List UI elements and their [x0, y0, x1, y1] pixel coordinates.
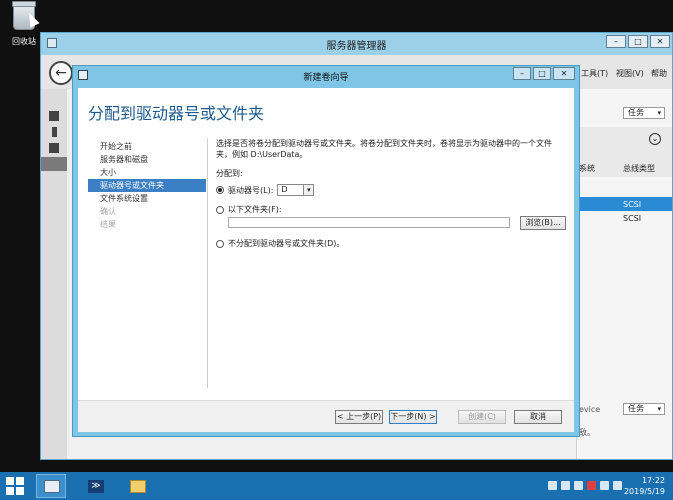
minimize-button[interactable]: –: [606, 35, 626, 48]
folder-label: 以下文件夹(F):: [228, 205, 282, 214]
clock[interactable]: 17:22 2019/5/19: [624, 475, 665, 497]
server-manager-icon: [44, 480, 60, 493]
wizard-content: 选择是否将卷分配到驱动器号或文件夹。将卷分配到文件夹时，卷将显示为驱动器中的一个…: [216, 138, 566, 248]
clock-time: 17:22: [641, 476, 665, 485]
back-button[interactable]: < 上一步(P): [335, 410, 383, 424]
back-arrow-icon[interactable]: ←: [49, 61, 73, 85]
menu-view[interactable]: 视图(V): [616, 68, 644, 79]
new-volume-wizard: 新建卷向导 – □ ✕ 分配到驱动器号或文件夹 开始之前 服务器和磁盘 大小 驱…: [72, 65, 580, 437]
tasks-dropdown-bottom[interactable]: 任务: [623, 403, 665, 415]
tray-notification-icon[interactable]: [561, 481, 570, 490]
clock-date: 2019/5/19: [623, 487, 665, 496]
menu-tools[interactable]: 工具(T): [581, 68, 608, 79]
chevron-down-icon: ▾: [303, 185, 314, 195]
nav-step-file-system[interactable]: 文件系统设置: [88, 192, 206, 205]
tray-language-icon[interactable]: [613, 481, 622, 490]
browse-button[interactable]: 浏览(B)...: [520, 216, 566, 230]
tray-warning-icon[interactable]: [587, 481, 596, 490]
nav-divider: [207, 138, 208, 388]
bottom-text: 敌。: [579, 428, 595, 437]
taskbar: ≫ 17:22 2019/5/19: [0, 472, 673, 500]
drive-letter-value: D: [281, 185, 288, 194]
windows-start-icon[interactable]: [6, 477, 24, 495]
next-button[interactable]: 下一步(N) >: [389, 410, 437, 424]
nav-step-drive-letter[interactable]: 驱动器号或文件夹: [88, 179, 206, 192]
folder-option[interactable]: 以下文件夹(F):: [216, 204, 282, 215]
taskbar-server-manager-button[interactable]: [36, 474, 66, 498]
page-title: 分配到驱动器号或文件夹: [88, 104, 265, 123]
wizard-titlebar: 新建卷向导 – □ ✕: [73, 66, 579, 86]
wizard-steps-nav: 开始之前 服务器和磁盘 大小 驱动器号或文件夹 文件系统设置 确认 结果: [88, 140, 206, 231]
assign-to-label: 分配到:: [216, 169, 243, 178]
description-text: 选择是否将卷分配到驱动器号或文件夹。将卷分配到文件夹时，卷将显示为驱动器中的一个…: [216, 139, 552, 159]
local-server-icon[interactable]: [52, 127, 57, 137]
drive-letter-radio[interactable]: [216, 186, 224, 194]
no-assignment-label: 不分配到驱动器号或文件夹(D)。: [228, 239, 345, 248]
nav-step-confirm: 确认: [100, 207, 116, 216]
server-manager-sidebar: [41, 89, 67, 459]
drive-letter-option[interactable]: 驱动器号(L): D ▾: [216, 184, 315, 196]
tray-keyboard-icon[interactable]: [548, 481, 557, 490]
device-text: evice: [579, 405, 601, 414]
dashboard-icon[interactable]: [49, 111, 59, 121]
tray-network-icon[interactable]: [574, 481, 583, 490]
nav-step-server-and-disk[interactable]: 服务器和磁盘: [88, 153, 206, 166]
folder-icon: [130, 480, 146, 493]
tasks-dropdown-top[interactable]: 任务: [623, 107, 665, 119]
menu-help[interactable]: 帮助: [651, 68, 667, 79]
wizard-body: 分配到驱动器号或文件夹 开始之前 服务器和磁盘 大小 驱动器号或文件夹 文件系统…: [78, 88, 574, 432]
nav-step-results: 结果: [100, 220, 116, 229]
server-manager-titlebar: 服务器管理器 – □ ✕: [41, 33, 672, 55]
nav-step-before-you-begin[interactable]: 开始之前: [88, 140, 206, 153]
wizard-close-button[interactable]: ✕: [553, 67, 575, 80]
all-servers-icon[interactable]: [49, 143, 59, 153]
wizard-title: 新建卷向导: [303, 73, 349, 83]
server-manager-right-panel: 任务 ⌄ 系统 总线类型 SCSI SCSI evice 任务 敌。: [576, 89, 672, 459]
folder-radio[interactable]: [216, 205, 224, 214]
taskbar-powershell-button[interactable]: ≫: [80, 474, 110, 498]
wizard-minimize-button[interactable]: –: [513, 67, 531, 80]
close-button[interactable]: ✕: [650, 35, 670, 48]
col-bus-type: 总线类型: [623, 164, 655, 173]
server-manager-title: 服务器管理器: [326, 41, 387, 52]
wizard-footer: < 上一步(P) 下一步(N) > 创建(C) 取消: [78, 400, 574, 432]
expand-chevron-icon[interactable]: ⌄: [649, 133, 661, 145]
no-assignment-radio[interactable]: [216, 239, 224, 248]
bus-type-cell: SCSI: [623, 200, 642, 209]
taskbar-explorer-button[interactable]: [122, 474, 152, 498]
wizard-maximize-button[interactable]: □: [533, 67, 551, 80]
create-button: 创建(C): [458, 410, 506, 424]
nav-step-size[interactable]: 大小: [88, 166, 206, 179]
disk-row-selected[interactable]: SCSI: [577, 197, 672, 211]
bus-type-cell: SCSI: [623, 214, 642, 223]
col-system: 系统: [579, 164, 595, 173]
maximize-button[interactable]: □: [628, 35, 648, 48]
no-assignment-option[interactable]: 不分配到驱动器号或文件夹(D)。: [216, 238, 344, 249]
powershell-icon: ≫: [88, 480, 104, 493]
drive-letter-label: 驱动器号(L):: [228, 185, 274, 195]
file-storage-icon[interactable]: [41, 157, 67, 171]
cancel-button[interactable]: 取消: [514, 410, 562, 424]
tray-volume-icon[interactable]: [600, 481, 609, 490]
drive-letter-select[interactable]: D ▾: [277, 184, 315, 196]
folder-path-input[interactable]: [228, 217, 510, 228]
